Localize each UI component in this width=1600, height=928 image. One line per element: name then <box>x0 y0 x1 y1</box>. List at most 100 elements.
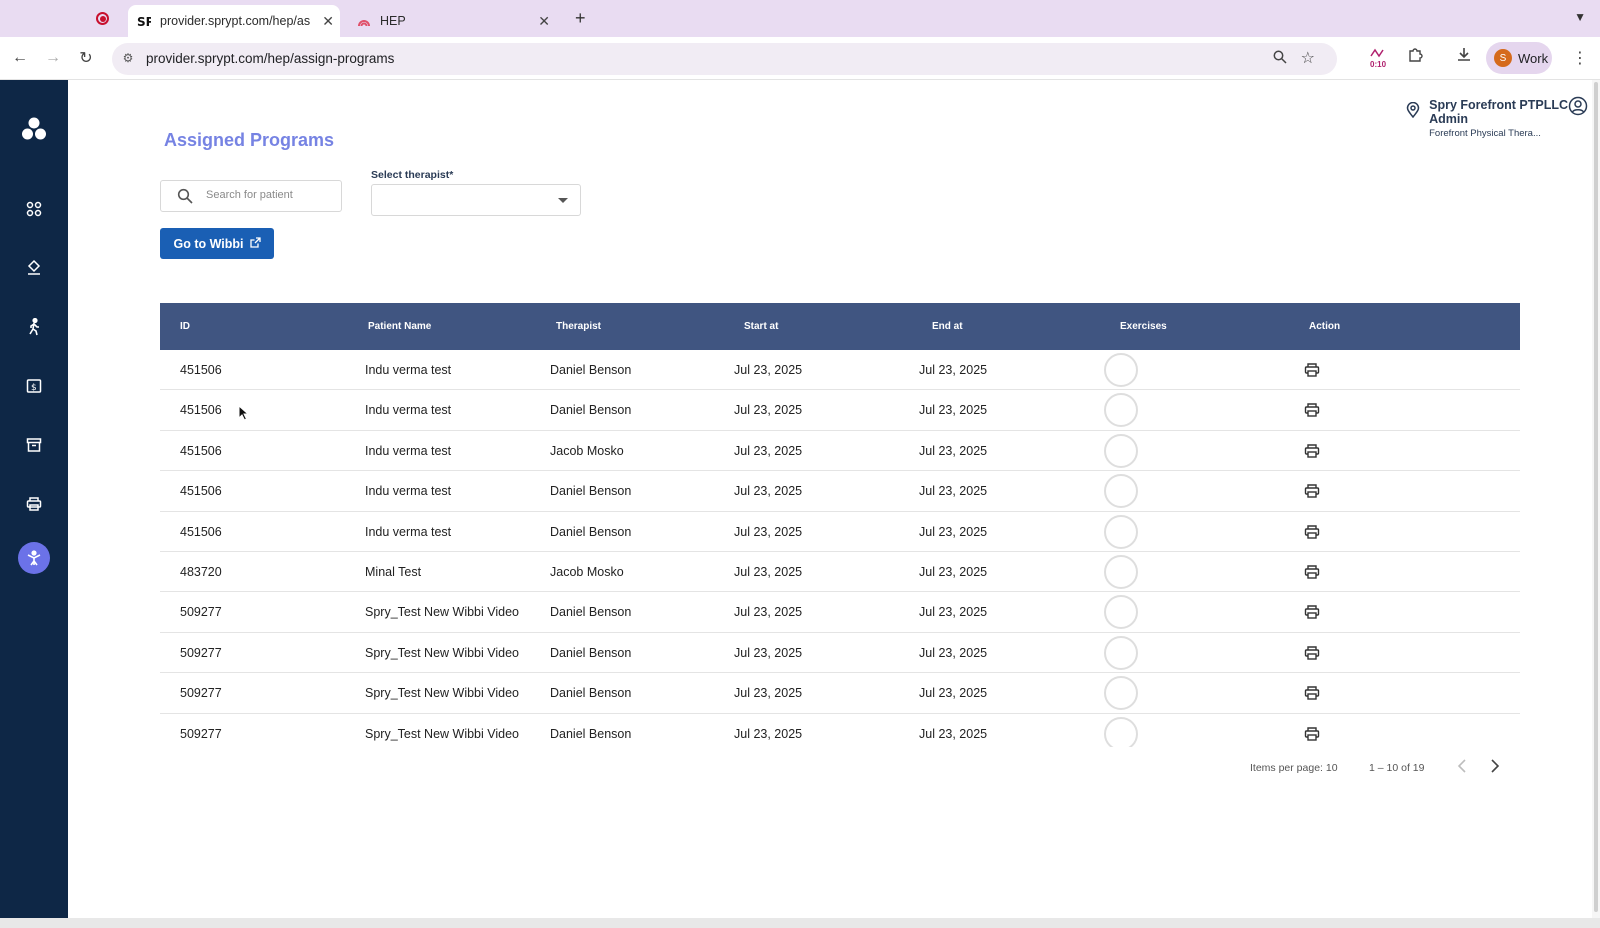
table-row[interactable]: 509277 Spry_Test New Wibbi Video Daniel Be… <box>160 592 1520 633</box>
table-header: ID Patient Name Therapist Start at End a… <box>160 303 1520 350</box>
zoom-icon[interactable] <box>1273 50 1287 67</box>
table-row[interactable]: 509277 Spry_Test New Wibbi Video Daniel Be… <box>160 632 1520 674</box>
cell-therapist: Daniel Benson <box>550 686 632 701</box>
print-icon[interactable] <box>1304 483 1320 504</box>
reload-icon[interactable]: ↻ <box>76 48 96 68</box>
print-icon[interactable] <box>1304 604 1320 625</box>
exercise-thumbnail[interactable] <box>1104 393 1138 428</box>
browser-menu-icon[interactable]: ⋮ <box>1572 48 1588 68</box>
extensions-icon[interactable] <box>1407 46 1423 65</box>
print-icon[interactable] <box>18 488 50 520</box>
cell-id: 509277 <box>180 645 222 660</box>
browser-tab-active[interactable]: SP provider.sprypt.com/hep/assi ✕ <box>128 5 340 37</box>
print-icon[interactable] <box>1304 524 1320 545</box>
print-icon[interactable] <box>1304 645 1320 666</box>
recording-icon[interactable] <box>96 12 109 25</box>
exercise-icon[interactable] <box>18 542 50 574</box>
table-row[interactable]: 509277 Spry_Test New Wibbi Video Daniel Be… <box>160 673 1520 714</box>
forward-icon[interactable]: → <box>43 48 63 68</box>
next-page-icon[interactable] <box>1490 759 1500 778</box>
exercise-thumbnail[interactable] <box>1104 474 1138 509</box>
svg-text:SP: SP <box>137 15 151 28</box>
previous-page-icon[interactable] <box>1457 759 1467 778</box>
cell-end-date: Jul 23, 2025 <box>919 726 988 741</box>
cell-end-date: Jul 23, 2025 <box>919 443 988 458</box>
page-range: 1 – 10 of 19 <box>1369 762 1425 774</box>
recording-timer[interactable]: 0:10 <box>1370 48 1386 69</box>
cell-start-date: Jul 23, 2025 <box>734 686 803 701</box>
patient-search <box>160 180 342 212</box>
billing-icon[interactable]: $ <box>18 370 50 402</box>
cell-end-date: Jul 23, 2025 <box>919 605 988 620</box>
go-to-wibbi-button[interactable]: Go to Wibbi <box>160 228 274 259</box>
new-tab-icon[interactable]: + <box>575 8 586 29</box>
mouse-cursor-icon <box>238 404 250 426</box>
search-input[interactable] <box>206 189 336 201</box>
therapist-select[interactable] <box>371 184 581 216</box>
cell-therapist: Daniel Benson <box>550 403 632 418</box>
location-subtitle: Forefront Physical Thera... <box>1429 128 1541 139</box>
cell-therapist: Jacob Mosko <box>550 443 624 458</box>
items-per-page[interactable]: Items per page: 10 <box>1250 762 1338 774</box>
table-row[interactable]: 451506 Indu verma test Daniel Benson Jul 23… <box>160 511 1520 552</box>
table-row[interactable]: 451506 Indu verma test Jacob Mosko Jul 23, … <box>160 430 1520 472</box>
table-row[interactable]: 451506 Indu verma test Daniel Benson Jul 23… <box>160 390 1520 431</box>
print-icon[interactable] <box>1304 402 1320 423</box>
page-scrollbar[interactable] <box>1592 80 1600 918</box>
location-icon[interactable] <box>18 252 50 284</box>
bookmark-star-icon[interactable]: ☆ <box>1301 48 1315 68</box>
walking-icon[interactable] <box>18 311 50 343</box>
cell-start-date: Jul 23, 2025 <box>734 403 803 418</box>
map-pin-icon <box>1406 101 1421 139</box>
cell-end-date: Jul 23, 2025 <box>919 363 988 377</box>
cell-therapist: Daniel Benson <box>550 524 632 539</box>
address-bar[interactable]: ⚙ provider.sprypt.com/hep/assign-program… <box>112 43 1337 75</box>
back-icon[interactable]: ← <box>10 48 30 68</box>
exercise-thumbnail[interactable] <box>1104 554 1138 589</box>
print-icon[interactable] <box>1304 564 1320 585</box>
scrollbar-thumb[interactable] <box>1594 82 1598 912</box>
print-icon[interactable] <box>1304 443 1320 464</box>
go-to-wibbi-label: Go to Wibbi <box>173 236 244 251</box>
cell-patient-name: Spry_Test New Wibbi Video <box>365 686 520 701</box>
table-row[interactable]: 483720 Minal Test Jacob Mosko Jul 23, 2025 J… <box>160 551 1520 593</box>
user-account-icon[interactable] <box>1568 96 1588 121</box>
print-icon[interactable] <box>1304 362 1320 383</box>
cell-end-date: Jul 23, 2025 <box>919 524 988 539</box>
exercise-thumbnail[interactable] <box>1104 716 1138 751</box>
cell-therapist: Daniel Benson <box>550 645 632 660</box>
exercise-thumbnail[interactable] <box>1104 595 1138 630</box>
table-row[interactable]: 451506 Indu verma test Daniel Benson Jul 23… <box>160 350 1520 391</box>
close-tab-icon[interactable]: ✕ <box>322 13 334 30</box>
hep-favicon-icon <box>356 13 372 29</box>
exercise-thumbnail[interactable] <box>1104 635 1138 670</box>
page-title: Assigned Programs <box>164 130 335 150</box>
print-icon[interactable] <box>1304 726 1320 747</box>
site-info-icon[interactable]: ⚙ <box>120 51 136 67</box>
archive-icon[interactable] <box>18 429 50 461</box>
cell-end-date: Jul 23, 2025 <box>919 645 988 660</box>
profile-button[interactable]: S Work <box>1486 42 1552 74</box>
tab-search-chevron-icon[interactable]: ▼ <box>1574 10 1586 24</box>
exercise-thumbnail[interactable] <box>1104 676 1138 711</box>
exercise-thumbnail[interactable] <box>1104 353 1138 387</box>
browser-tabstrip: SP provider.sprypt.com/hep/assi ✕ HEP ✕ … <box>0 0 1600 37</box>
search-icon <box>177 188 193 209</box>
download-icon[interactable] <box>1456 46 1472 65</box>
cell-end-date: Jul 23, 2025 <box>919 564 988 579</box>
cell-id: 451506 <box>180 443 222 458</box>
print-icon[interactable] <box>1304 685 1320 706</box>
table-row[interactable]: 451506 Indu verma test Daniel Benson Jul 23… <box>160 471 1520 512</box>
cell-end-date: Jul 23, 2025 <box>919 484 988 499</box>
browser-tab-hep[interactable]: HEP ✕ <box>348 5 556 37</box>
exercise-thumbnail[interactable] <box>1104 514 1138 549</box>
svg-text:$: $ <box>31 383 37 393</box>
apps-icon[interactable] <box>18 193 50 225</box>
close-tab-icon[interactable]: ✕ <box>538 13 550 30</box>
cell-id: 451506 <box>180 524 222 539</box>
paginator: Items per page: 10 1 – 10 of 19 <box>160 747 1530 793</box>
exercise-thumbnail[interactable] <box>1104 433 1138 468</box>
cell-start-date: Jul 23, 2025 <box>734 524 803 539</box>
window-bottom-edge <box>0 918 1600 928</box>
logo-icon[interactable] <box>18 113 50 145</box>
